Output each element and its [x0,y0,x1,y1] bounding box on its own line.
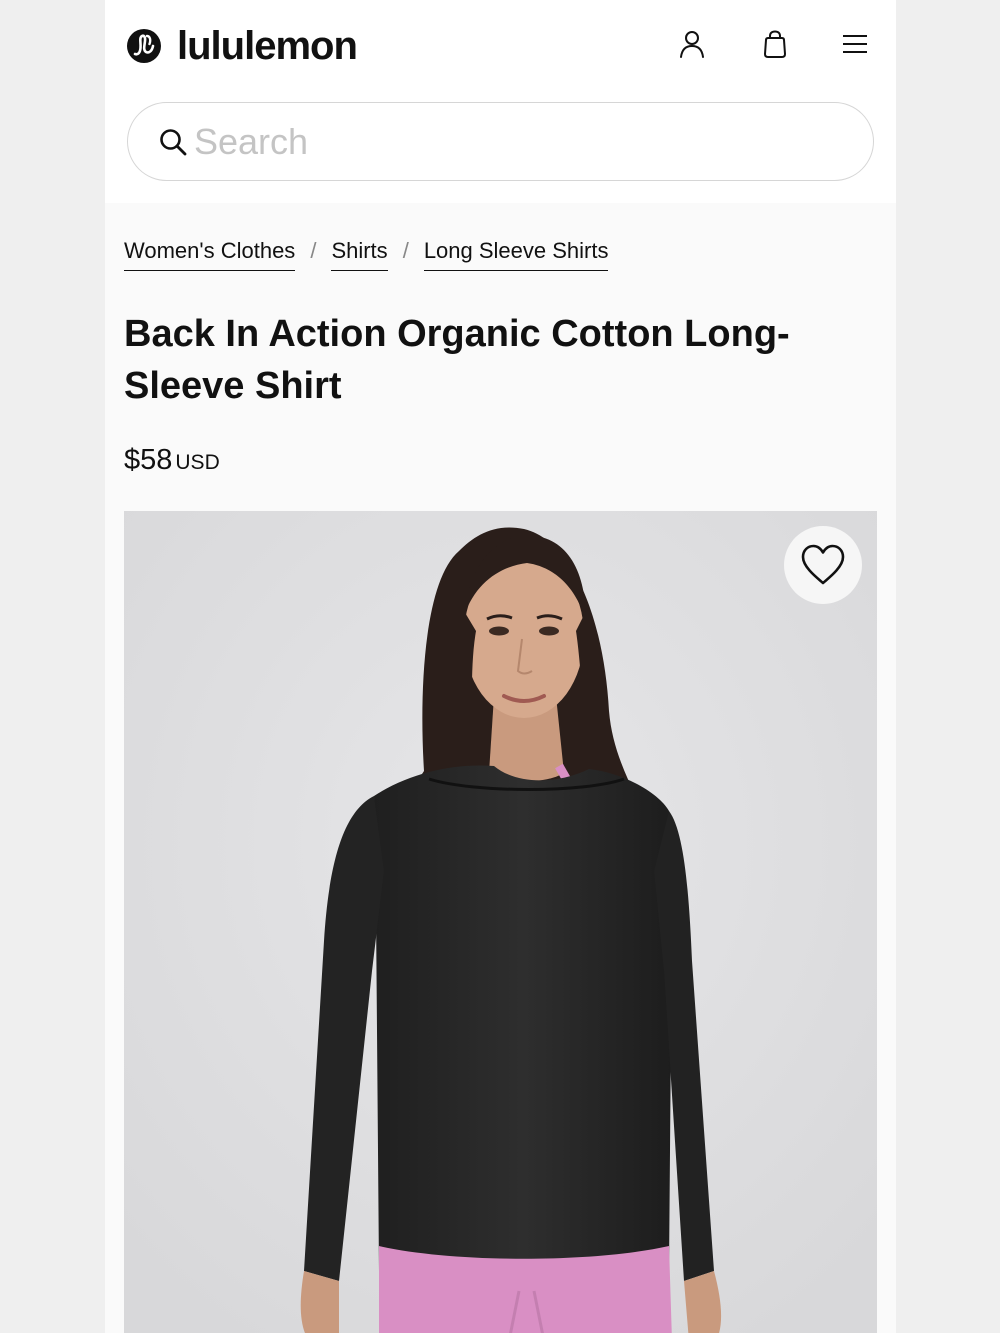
product-page: lululemon Women's Clothes / Shirts / L [105,0,896,1333]
product-image[interactable] [124,511,877,1333]
heart-icon [801,544,845,585]
search-icon [160,128,187,155]
breadcrumb-long-sleeve-shirts[interactable]: Long Sleeve Shirts [423,238,609,271]
search-bar[interactable] [127,102,874,181]
search-input[interactable] [194,120,834,163]
breadcrumb-shirts[interactable]: Shirts [331,238,388,271]
product-price: $58 USD [124,443,220,482]
product-title: Back In Action Organic Cotton Long-Sleev… [124,313,790,407]
breadcrumb-separator: / [310,238,317,263]
bag-icon[interactable] [759,28,791,60]
model-photo [124,511,877,1333]
brand-name: lululemon [177,24,358,68]
price-amount: $58 [124,444,173,476]
site-header: lululemon [105,0,896,203]
brand-logo[interactable]: lululemon [126,24,358,68]
breadcrumb-separator: / [402,238,409,263]
menu-icon[interactable] [839,28,871,60]
breadcrumb: Women's Clothes / Shirts / Long Sleeve S… [124,238,609,271]
price-currency: USD [175,451,220,474]
breadcrumb-womens-clothes[interactable]: Women's Clothes [124,238,296,271]
lululemon-logo-icon [127,29,161,63]
account-icon[interactable] [676,28,708,60]
wishlist-button[interactable] [784,526,862,604]
